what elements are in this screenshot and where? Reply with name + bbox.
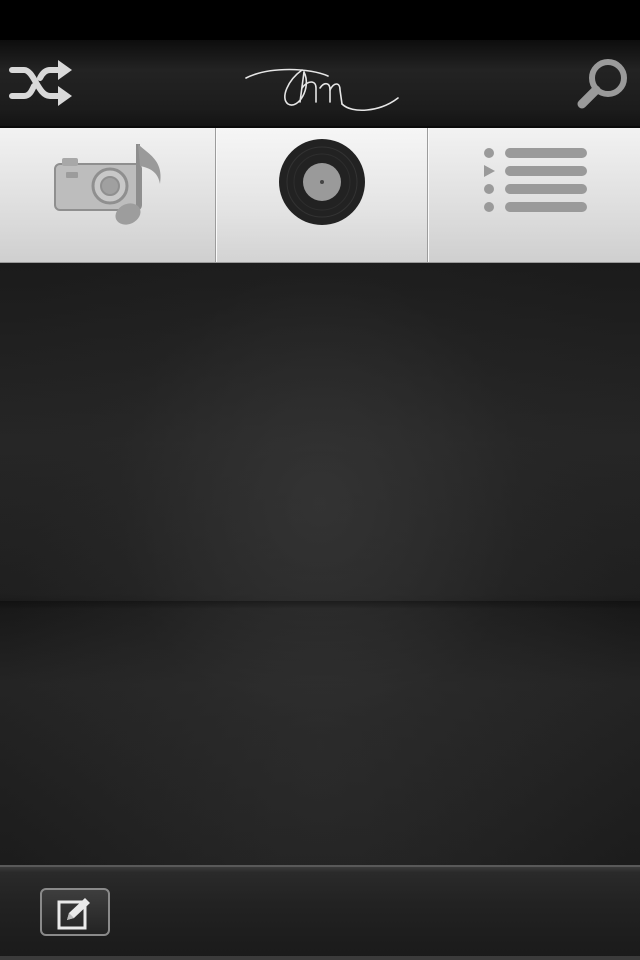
tab-playlist[interactable] bbox=[428, 128, 640, 262]
tab-albums[interactable] bbox=[216, 128, 428, 262]
compose-edit-icon bbox=[57, 898, 90, 930]
background-fold bbox=[0, 601, 640, 609]
camera-music-note-icon bbox=[54, 144, 161, 225]
tab-photo-music[interactable] bbox=[0, 128, 216, 262]
search-icon bbox=[577, 59, 627, 109]
playlist-icon bbox=[484, 148, 587, 212]
bottom-toolbar bbox=[0, 865, 640, 960]
content-area bbox=[0, 263, 640, 865]
app-logo bbox=[240, 58, 405, 123]
shuffle-button[interactable] bbox=[8, 56, 76, 110]
vinyl-record-icon bbox=[279, 139, 365, 225]
status-bar bbox=[0, 0, 640, 40]
tab-bar bbox=[0, 128, 640, 263]
edit-button[interactable] bbox=[40, 888, 110, 936]
shuffle-icon bbox=[9, 60, 72, 106]
search-button[interactable] bbox=[574, 54, 634, 114]
top-bar bbox=[0, 40, 640, 128]
